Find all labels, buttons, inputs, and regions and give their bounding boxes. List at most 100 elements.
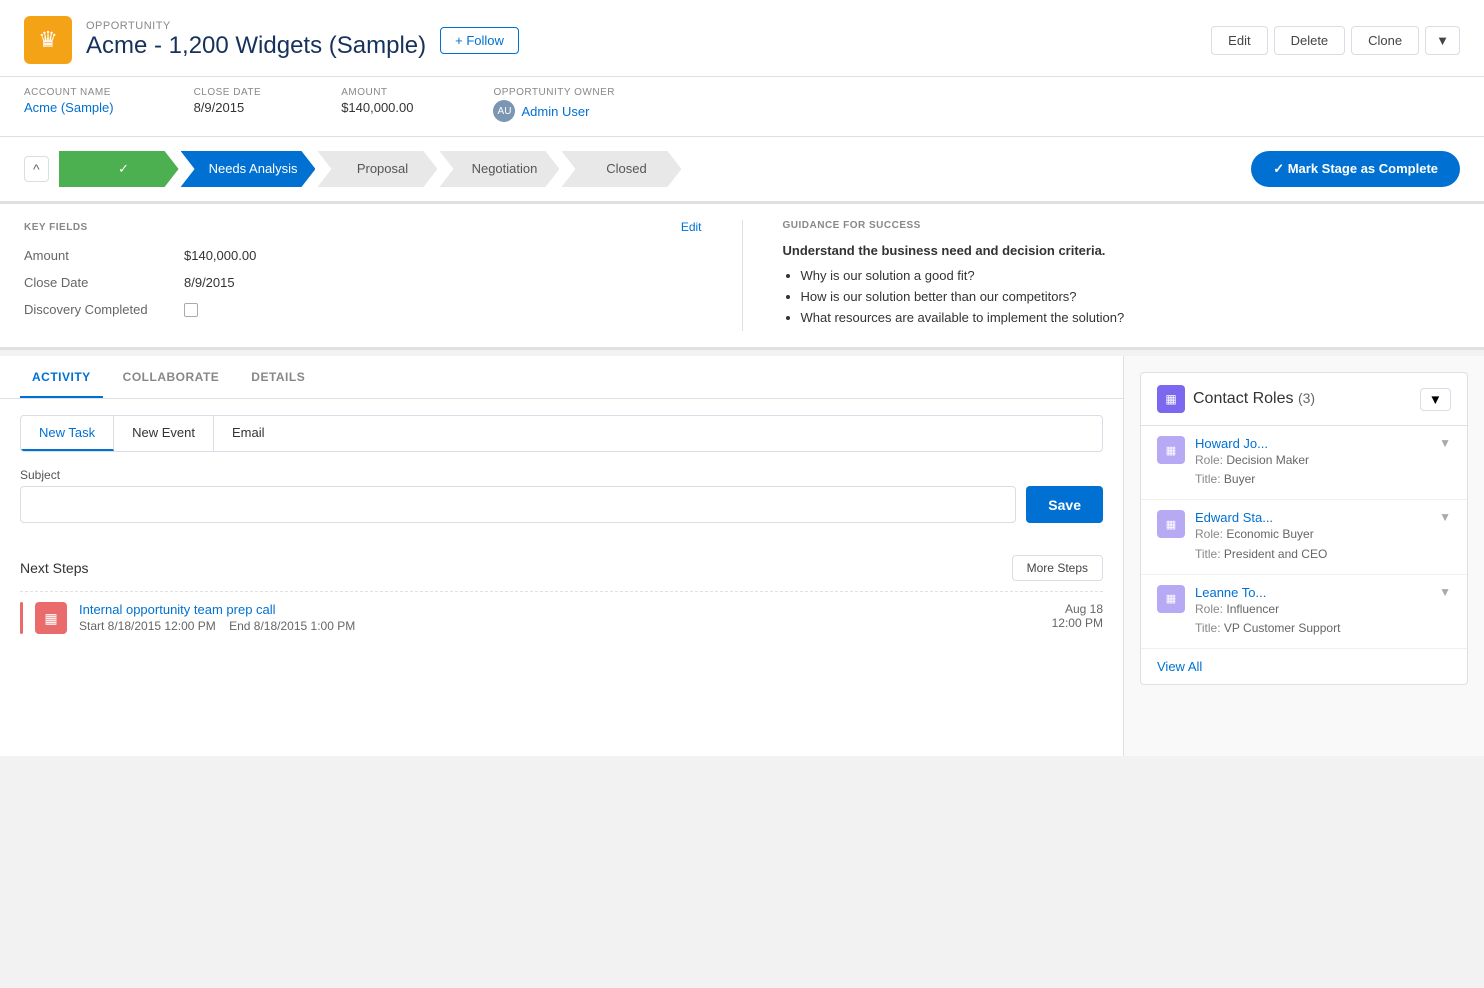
close-date-value: 8/9/2015 bbox=[194, 100, 262, 115]
event-title[interactable]: Internal opportunity team prep call bbox=[79, 602, 1040, 617]
save-button[interactable]: Save bbox=[1026, 486, 1103, 523]
contact-meta-0: Role: Decision Maker Title: Buyer bbox=[1195, 451, 1429, 489]
next-steps-section: Next Steps More Steps ▦ Internal opportu… bbox=[0, 539, 1123, 644]
contact-name-2[interactable]: Leanne To... bbox=[1195, 585, 1429, 600]
contact-roles-card: ▦ Contact Roles (3) ▼ ▦ Howard Jo... bbox=[1140, 372, 1468, 685]
task-tab-new-task[interactable]: New Task bbox=[21, 416, 114, 451]
subject-row: Save bbox=[20, 486, 1103, 523]
account-name-label: ACCOUNT NAME bbox=[24, 87, 114, 98]
owner-row: AU Admin User bbox=[493, 100, 614, 122]
task-tab-new-event[interactable]: New Event bbox=[114, 416, 214, 451]
event-date: Aug 18 12:00 PM bbox=[1052, 602, 1103, 630]
contact-name-0[interactable]: Howard Jo... bbox=[1195, 436, 1429, 451]
page-title: Acme - 1,200 Widgets (Sample) bbox=[86, 32, 426, 60]
delete-button[interactable]: Delete bbox=[1274, 26, 1346, 55]
contact-meta-2: Role: Influencer Title: VP Customer Supp… bbox=[1195, 600, 1429, 638]
discovery-checkbox-field[interactable] bbox=[184, 303, 198, 317]
next-steps-header: Next Steps More Steps bbox=[20, 555, 1103, 581]
view-all-link[interactable]: View All bbox=[1141, 649, 1467, 684]
tab-collaborate[interactable]: COLLABORATE bbox=[111, 356, 232, 398]
amount-value: $140,000.00 bbox=[341, 100, 413, 115]
guidance-section: GUIDANCE FOR SUCCESS Understand the busi… bbox=[743, 220, 1461, 331]
card-header: ▦ Contact Roles (3) ▼ bbox=[1141, 373, 1467, 426]
tab-activity[interactable]: ACTIVITY bbox=[20, 356, 103, 398]
key-fields-edit-link[interactable]: Edit bbox=[681, 220, 702, 234]
avatar: AU bbox=[493, 100, 515, 122]
clone-button[interactable]: Clone bbox=[1351, 26, 1419, 55]
stage-bar-container: ^ ✓ Needs Analysis Proposal Negotiation … bbox=[0, 137, 1484, 204]
close-date-field: CLOSE DATE 8/9/2015 bbox=[194, 87, 262, 122]
event-start: Start 8/18/2015 12:00 PM bbox=[79, 619, 216, 633]
close-date-field-label: Close Date bbox=[24, 275, 184, 290]
tab-details[interactable]: DETAILS bbox=[239, 356, 317, 398]
task-tab-email[interactable]: Email bbox=[214, 416, 283, 451]
close-date-label: CLOSE DATE bbox=[194, 87, 262, 98]
header-left: ♛ OPPORTUNITY Acme - 1,200 Widgets (Samp… bbox=[24, 16, 519, 64]
stage-closed[interactable]: Closed bbox=[561, 151, 681, 187]
stage-completed[interactable]: ✓ bbox=[59, 151, 179, 187]
mark-stage-complete-button[interactable]: ✓ Mark Stage as Complete bbox=[1251, 151, 1460, 187]
contact-icon-1: ▦ bbox=[1157, 510, 1185, 538]
event-time-value: 12:00 PM bbox=[1052, 616, 1103, 630]
discovery-checkbox[interactable] bbox=[184, 303, 198, 317]
guidance-bullets: Why is our solution a good fit? How is o… bbox=[783, 268, 1461, 325]
event-end: End 8/18/2015 1:00 PM bbox=[229, 619, 355, 633]
contact-roles-dropdown-button[interactable]: ▼ bbox=[1420, 388, 1451, 411]
more-steps-button[interactable]: More Steps bbox=[1012, 555, 1103, 581]
follow-button[interactable]: + Follow bbox=[440, 27, 519, 54]
contact-item-0: ▦ Howard Jo... Role: Decision Maker Titl… bbox=[1141, 426, 1467, 500]
actions-dropdown-button[interactable]: ▼ bbox=[1425, 26, 1460, 55]
header-title-block: OPPORTUNITY Acme - 1,200 Widgets (Sample… bbox=[86, 20, 426, 60]
event-icon-symbol: ▦ bbox=[44, 610, 57, 627]
contact-dropdown-0[interactable]: ▼ bbox=[1439, 436, 1451, 450]
close-date-field-value: 8/9/2015 bbox=[184, 275, 235, 290]
activity-panel: ACTIVITY COLLABORATE DETAILS New Task Ne… bbox=[0, 356, 1124, 756]
event-icon: ▦ bbox=[35, 602, 67, 634]
key-fields-header: KEY FIELDS Edit bbox=[24, 220, 702, 234]
event-left-bar bbox=[20, 602, 23, 634]
next-steps-title: Next Steps bbox=[20, 560, 88, 576]
fields-guidance-inner: KEY FIELDS Edit Amount $140,000.00 Close… bbox=[24, 220, 1460, 331]
owner-value[interactable]: Admin User bbox=[521, 104, 589, 119]
contact-icon-2: ▦ bbox=[1157, 585, 1185, 613]
key-fields-label: KEY FIELDS bbox=[24, 222, 88, 233]
amount-field-row: Amount $140,000.00 bbox=[24, 248, 702, 263]
bottom-section: ACTIVITY COLLABORATE DETAILS New Task Ne… bbox=[0, 356, 1484, 756]
contact-icon-symbol-1: ▦ bbox=[1166, 518, 1176, 531]
subject-label: Subject bbox=[20, 468, 1103, 482]
contact-name-1[interactable]: Edward Sta... bbox=[1195, 510, 1429, 525]
subject-input[interactable] bbox=[20, 486, 1016, 523]
guidance-bullet-2: How is our solution better than our comp… bbox=[801, 289, 1461, 304]
contact-info-0: Howard Jo... Role: Decision Maker Title:… bbox=[1195, 436, 1429, 489]
contact-icon-0: ▦ bbox=[1157, 436, 1185, 464]
amount-field: AMOUNT $140,000.00 bbox=[341, 87, 413, 122]
guidance-bullet-3: What resources are available to implemen… bbox=[801, 310, 1461, 325]
amount-field-value: $140,000.00 bbox=[184, 248, 256, 263]
key-fields-section: KEY FIELDS Edit Amount $140,000.00 Close… bbox=[24, 220, 743, 331]
activity-tab-bar: ACTIVITY COLLABORATE DETAILS bbox=[0, 356, 1123, 399]
contact-info-1: Edward Sta... Role: Economic Buyer Title… bbox=[1195, 510, 1429, 563]
page-header: ♛ OPPORTUNITY Acme - 1,200 Widgets (Samp… bbox=[0, 0, 1484, 77]
contact-icon-symbol-2: ▦ bbox=[1166, 592, 1176, 605]
stage-toggle-button[interactable]: ^ bbox=[24, 156, 49, 182]
card-title-row: ▦ Contact Roles (3) bbox=[1157, 385, 1315, 413]
opportunity-icon: ♛ bbox=[24, 16, 72, 64]
contact-roles-icon-symbol: ▦ bbox=[1165, 392, 1176, 406]
event-content: Internal opportunity team prep call Star… bbox=[79, 602, 1040, 633]
contact-dropdown-1[interactable]: ▼ bbox=[1439, 510, 1451, 524]
guidance-title: Understand the business need and decisio… bbox=[783, 243, 1461, 258]
stage-proposal[interactable]: Proposal bbox=[317, 151, 437, 187]
edit-button[interactable]: Edit bbox=[1211, 26, 1267, 55]
stage-negotiation[interactable]: Negotiation bbox=[439, 151, 559, 187]
account-name-value[interactable]: Acme (Sample) bbox=[24, 100, 114, 115]
guidance-label: GUIDANCE FOR SUCCESS bbox=[783, 220, 1461, 231]
contact-dropdown-2[interactable]: ▼ bbox=[1439, 585, 1451, 599]
right-panel: ▦ Contact Roles (3) ▼ ▦ Howard Jo... bbox=[1124, 356, 1484, 756]
meta-row: ACCOUNT NAME Acme (Sample) CLOSE DATE 8/… bbox=[0, 77, 1484, 137]
contact-roles-title: Contact Roles (3) bbox=[1193, 390, 1315, 408]
contact-roles-icon: ▦ bbox=[1157, 385, 1185, 413]
contact-icon-symbol-0: ▦ bbox=[1166, 444, 1176, 457]
contact-meta-1: Role: Economic Buyer Title: President an… bbox=[1195, 525, 1429, 563]
owner-label: OPPORTUNITY OWNER bbox=[493, 87, 614, 98]
stage-needs-analysis[interactable]: Needs Analysis bbox=[181, 151, 316, 187]
